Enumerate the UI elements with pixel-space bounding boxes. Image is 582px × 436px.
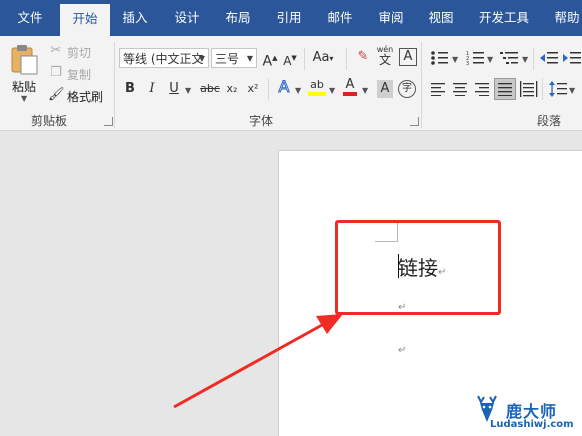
watermark-logo: 鹿大师 Ludashiwj.com bbox=[470, 392, 582, 435]
annotation-arrow bbox=[173, 314, 343, 409]
logo-en-text: Ludashiwj.com bbox=[490, 419, 574, 430]
